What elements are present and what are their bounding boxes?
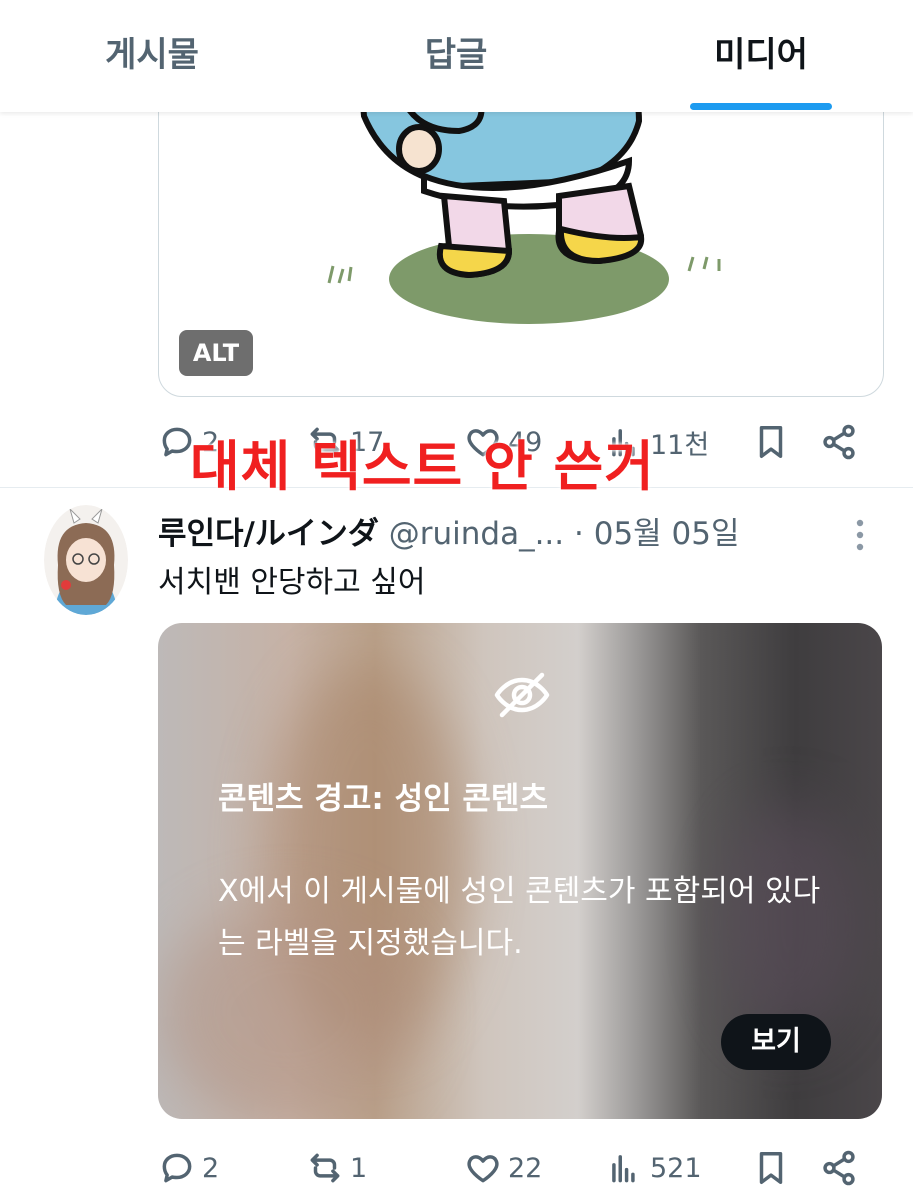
post-text: 서치밴 안당하고 싶어 — [158, 565, 426, 600]
share-icon — [823, 424, 855, 460]
bookmark-button[interactable] — [752, 1149, 820, 1187]
share-button[interactable] — [820, 1149, 858, 1187]
reply-icon — [162, 1153, 192, 1183]
repost-icon — [310, 1153, 340, 1183]
tab-media[interactable]: 미디어 — [671, 30, 851, 80]
more-options-icon[interactable] — [845, 515, 875, 555]
sensitive-media-card[interactable]: 콘텐츠 경고: 성인 콘텐츠 X에서 이 게시물에 성인 콘텐츠가 포함되어 있… — [158, 623, 882, 1119]
annotation-overlay-text: 대체 텍스트 안 쓴거 — [190, 435, 655, 498]
content-warning-body: X에서 이 게시물에 성인 콘텐츠가 포함되어 있다는 라벨을 지정했습니다. — [218, 874, 821, 961]
reply-count: 2 — [202, 1152, 220, 1184]
eye-off-icon — [494, 672, 550, 718]
avatar[interactable] — [44, 505, 128, 615]
views-count: 521 — [650, 1152, 702, 1184]
post-header: 루인다/ルインダ @ruinda_... · 05월 05일 — [158, 512, 740, 556]
separator-dot: · — [574, 516, 584, 552]
user-handle[interactable]: @ruinda_... — [389, 516, 564, 552]
tab-replies[interactable]: 답글 — [366, 30, 546, 80]
like-button[interactable]: 22 — [464, 1149, 606, 1187]
post-date[interactable]: 05월 05일 — [594, 516, 740, 552]
content-warning-title: 콘텐츠 경고: 성인 콘텐츠 — [218, 781, 548, 817]
reply-button[interactable]: 2 — [158, 1149, 306, 1187]
views-button[interactable]: 521 — [606, 1149, 752, 1187]
repost-button[interactable]: 1 — [306, 1149, 464, 1187]
repost-count: 1 — [350, 1152, 368, 1184]
views-icon — [612, 1155, 635, 1183]
bookmark-icon — [759, 1152, 783, 1184]
bookmark-icon — [759, 426, 783, 458]
active-tab-indicator — [690, 103, 832, 110]
like-count: 22 — [508, 1152, 543, 1184]
heart-icon — [467, 1155, 499, 1183]
share-icon — [823, 1150, 855, 1186]
bookmark-button[interactable] — [752, 423, 820, 461]
view-button[interactable]: 보기 — [721, 1014, 831, 1070]
share-button[interactable] — [820, 423, 858, 461]
profile-tab-bar: 게시물 답글 미디어 — [0, 0, 913, 112]
display-name[interactable]: 루인다/ルインダ — [158, 516, 379, 552]
second-post-action-bar: 2 1 22 521 — [158, 1143, 882, 1193]
alt-badge[interactable]: ALT — [179, 330, 253, 376]
tab-posts[interactable]: 게시물 — [62, 30, 242, 80]
